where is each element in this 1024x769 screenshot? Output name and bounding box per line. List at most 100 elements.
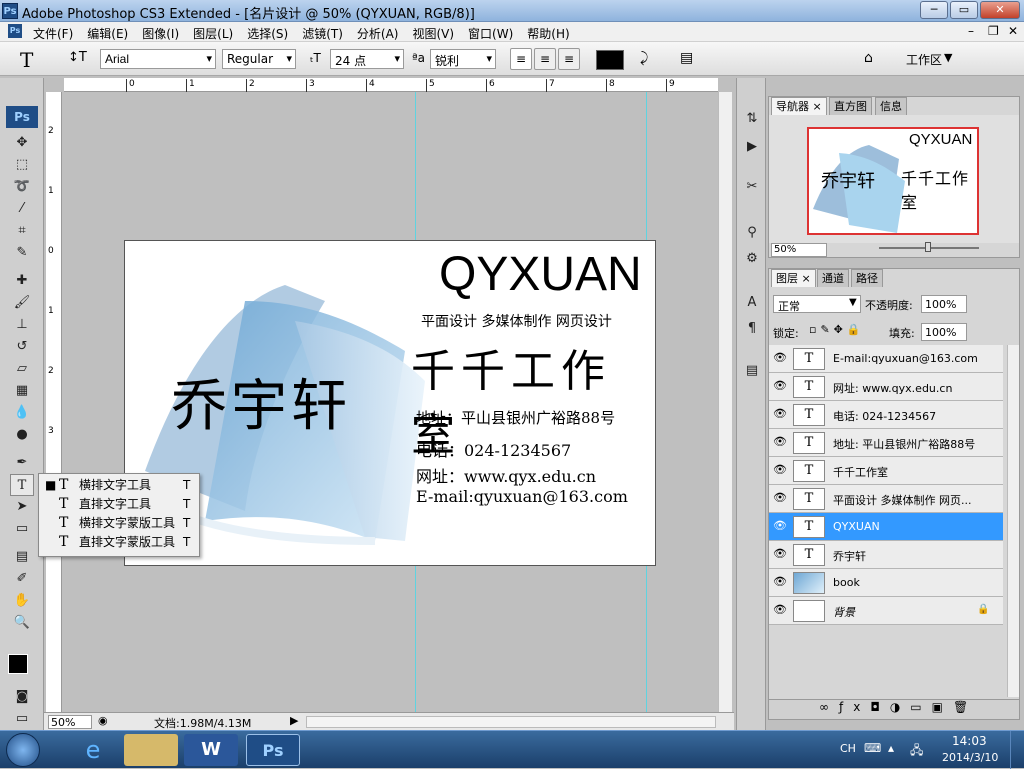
font-style-select[interactable]: Regular [222, 49, 296, 69]
visibility-eye-icon[interactable]: 👁 [773, 436, 787, 448]
layer-comps-icon[interactable]: ▤ [740, 360, 764, 382]
blend-mode-select[interactable]: 正常 [773, 295, 861, 313]
status-menu-icon[interactable]: ◉ [98, 714, 108, 727]
marquee-tool-icon[interactable]: ⬚ [10, 154, 34, 176]
eraser-tool-icon[interactable]: ▱ [10, 358, 34, 380]
text-tool-icon[interactable]: T [20, 48, 33, 72]
dodge-tool-icon[interactable]: ● [10, 424, 34, 446]
menu-item[interactable]: 帮助(H) [520, 23, 576, 44]
doc-restore-button[interactable]: ❐ [988, 24, 999, 38]
text-color-swatch[interactable] [596, 50, 624, 70]
history-brush-icon[interactable]: ↺ [10, 336, 34, 358]
layers-scrollbar[interactable] [1007, 345, 1019, 697]
foreground-color-swatch[interactable] [8, 654, 28, 674]
notes-tool-icon[interactable]: ▤ [10, 546, 34, 568]
text-orientation-icon[interactable]: ↕T [68, 50, 87, 65]
magic-wand-tool-icon[interactable]: ⁄ [10, 198, 34, 220]
panel-tab[interactable]: 路径 [851, 269, 883, 287]
chevron-down-icon[interactable]: ▼ [944, 51, 952, 64]
pen-tool-icon[interactable]: ✒ [10, 452, 34, 474]
panel-tab[interactable]: 图层 × [771, 269, 816, 287]
name-text[interactable]: 乔宇轩 [171, 361, 351, 442]
phone-text[interactable]: 电话：024-1234567 [416, 437, 571, 461]
lasso-tool-icon[interactable]: ➰ [10, 176, 34, 198]
panel-tab[interactable]: 导航器 × [771, 97, 827, 115]
horizontal-scrollbar[interactable] [306, 716, 716, 728]
minimize-button[interactable]: ─ [920, 1, 948, 19]
layer-row[interactable]: 👁 T 网址: www.qyx.edu.cn [769, 373, 1003, 401]
healing-brush-icon[interactable]: ✚ [10, 270, 34, 292]
panel-tab[interactable]: 直方图 [829, 97, 872, 115]
email-text[interactable]: E-mail:qyuxuan@163.com [416, 487, 628, 506]
doc-close-button[interactable]: ✕ [1008, 24, 1018, 38]
flyout-item[interactable]: T 直排文字蒙版工具 T [39, 533, 199, 552]
align-left-button[interactable]: ≡ [510, 48, 532, 70]
layers-footer-buttons[interactable]: ∞ƒx◘◑▭▣🗑 [769, 699, 1019, 719]
text-tool-button[interactable]: T [10, 474, 34, 496]
visibility-eye-icon[interactable]: 👁 [773, 548, 787, 560]
document-icon[interactable]: Ps [8, 24, 22, 38]
status-arrow-icon[interactable]: ▶ [290, 714, 298, 727]
keyboard-icon[interactable]: ⌨ [864, 741, 881, 755]
menu-item[interactable]: 视图(V) [405, 23, 461, 44]
visibility-eye-icon[interactable]: 👁 [773, 352, 787, 364]
visibility-eye-icon[interactable]: 👁 [773, 464, 787, 476]
website-text[interactable]: 网址：www.qyx.edu.cn [416, 463, 596, 487]
move-tool-icon[interactable]: ✥ [10, 132, 34, 154]
photoshop-taskbar-icon[interactable]: Ps [246, 734, 300, 766]
flyout-item[interactable]: T 横排文字蒙版工具 T [39, 514, 199, 533]
panel-tab[interactable]: 通道 [817, 269, 849, 287]
bridge-icon[interactable]: ⌂ [864, 50, 873, 66]
navigator-zoom-field[interactable]: 50% [771, 243, 827, 257]
word-icon[interactable]: W [184, 734, 238, 766]
menu-item[interactable]: 图像(I) [135, 23, 186, 44]
show-desktop-button[interactable] [1010, 731, 1024, 769]
brush-tool-icon[interactable]: 🖌 [10, 292, 34, 314]
menu-item[interactable]: 文件(F) [26, 23, 80, 44]
workspace-menu[interactable]: 工作区 [906, 51, 942, 68]
tool-presets-icon[interactable]: ✂ [740, 176, 764, 198]
slice-tool-icon[interactable]: ✎ [10, 242, 34, 264]
layer-row[interactable]: 👁 book [769, 569, 1003, 597]
visibility-eye-icon[interactable]: 👁 [773, 380, 787, 392]
align-center-button[interactable]: ≡ [534, 48, 556, 70]
start-button[interactable] [6, 733, 40, 767]
maximize-button[interactable]: ▭ [950, 1, 978, 19]
language-indicator[interactable]: CH [840, 742, 856, 755]
quick-mask-icon[interactable]: ◙ [10, 686, 34, 708]
visibility-eye-icon[interactable]: 👁 [773, 604, 787, 616]
brand-text[interactable]: QYXUAN [439, 247, 642, 302]
screen-mode-icon[interactable]: ▭ [10, 708, 34, 730]
clock-time[interactable]: 14:03 [952, 734, 987, 748]
navigator-slider-handle[interactable] [925, 242, 931, 252]
clone-stamp-icon[interactable]: ⊥ [10, 314, 34, 336]
hand-tool-icon[interactable]: ✋ [10, 590, 34, 612]
visibility-eye-icon[interactable]: 👁 [773, 520, 787, 532]
eyedropper-tool-icon[interactable]: ✐ [10, 568, 34, 590]
navigator-preview[interactable]: QYXUAN 千千工作室 乔宇轩 [807, 127, 979, 235]
chevron-down-icon[interactable]: ▼ [849, 297, 857, 308]
actions-panel-icon[interactable]: ▶ [740, 136, 764, 158]
layer-row[interactable]: 👁 T E-mail:qyuxuan@163.com [769, 345, 1003, 373]
menu-item[interactable]: 分析(A) [350, 23, 406, 44]
path-selection-icon[interactable]: ➤ [10, 496, 34, 518]
antialias-select[interactable]: 锐利 [430, 49, 496, 69]
clock-date[interactable]: 2014/3/10 [942, 751, 998, 764]
zoom-tool-icon[interactable]: 🔍 [10, 612, 34, 634]
close-button[interactable]: ✕ [980, 1, 1020, 19]
layer-row[interactable]: 👁 T 地址: 平山县银州广裕路88号 [769, 429, 1003, 457]
photoshop-app-icon[interactable]: Ps [2, 3, 18, 19]
shape-tool-icon[interactable]: ▭ [10, 518, 34, 540]
align-right-button[interactable]: ≡ [558, 48, 580, 70]
opacity-field[interactable]: 100% [921, 295, 967, 313]
paragraph-panel-icon[interactable]: ¶ [740, 318, 764, 340]
doc-minimize-button[interactable]: – [968, 24, 974, 38]
panel-tab[interactable]: 信息 [875, 97, 907, 115]
vertical-scrollbar[interactable] [718, 92, 732, 712]
flyout-item[interactable]: ■ T 横排文字工具 T [39, 476, 199, 495]
layer-row[interactable]: 👁 背景 🔒 [769, 597, 1003, 625]
menu-item[interactable]: 选择(S) [240, 23, 295, 44]
network-icon[interactable]: 🖧 [910, 741, 923, 762]
menu-item[interactable]: 编辑(E) [80, 23, 135, 44]
layer-row[interactable]: 👁 T 千千工作室 [769, 457, 1003, 485]
